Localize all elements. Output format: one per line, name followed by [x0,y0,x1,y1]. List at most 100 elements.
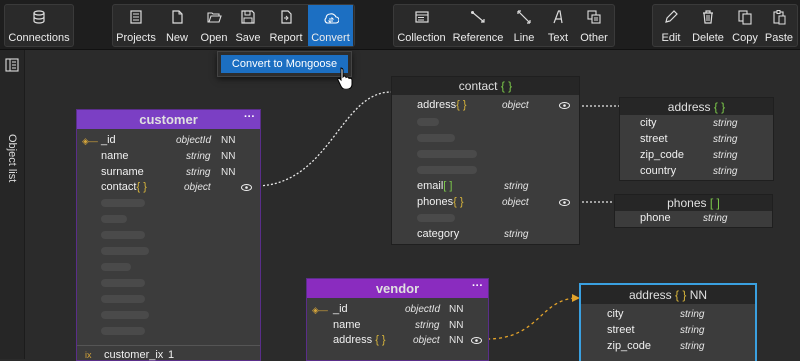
projects-label: Projects [116,32,156,44]
vendor-address-title: address [628,287,672,302]
field-name[interactable]: surname [101,166,144,178]
field-type: string [680,341,705,352]
field-nn: NN [449,304,464,315]
open-label: Open [200,32,228,44]
array-bracket: [ ] [709,196,720,210]
toolbar-group-edit: Edit Delete Copy Paste [652,4,798,47]
eye-icon[interactable] [241,184,252,191]
new-label: New [165,32,188,44]
new-button[interactable]: New [161,5,193,46]
field-name[interactable]: country [640,165,676,177]
other-button[interactable]: Other [575,5,613,46]
paste-label: Paste [764,32,794,44]
projects-button[interactable]: Projects [113,5,159,46]
convert-button[interactable]: Convert [308,5,353,46]
address-object[interactable]: address { } city string street string zi… [619,97,774,181]
index-count: 1 [168,349,175,361]
placeholder-row [417,150,477,158]
object-list-label: Object list [6,134,18,183]
customer-collection[interactable]: customer ··· ◈— _id objectId NN name str… [76,109,261,361]
vendor-header[interactable]: vendor ··· [307,279,488,298]
toolbar-group-insert: Collection Reference Line Text Other [393,4,615,47]
object-bracket: { } [136,181,147,193]
other-label: Other [580,32,608,44]
field-name[interactable]: phones{ } [417,196,464,208]
paste-button[interactable]: Paste [763,5,795,46]
line-label: Line [513,32,535,44]
field-name[interactable]: email[ ] [417,180,452,192]
placeholder-row [101,263,131,271]
eye-icon[interactable] [559,102,570,109]
object-list-icon[interactable] [5,58,19,72]
field-type: string [415,320,440,331]
vendor-address-object[interactable]: address { } NN city string street string… [579,283,757,361]
field-name[interactable]: contact{ } [101,181,147,193]
text-button[interactable]: Text [543,5,573,46]
reference-button[interactable]: Reference [452,5,504,46]
copy-button[interactable]: Copy [729,5,761,46]
vendor-address-header[interactable]: address { } NN [581,285,755,304]
phones-header[interactable]: phones [ ] [615,195,772,211]
line-icon [517,10,531,24]
contact-object[interactable]: contact { } address{ } object email[ ] s… [391,76,580,245]
field-name[interactable]: _id [101,134,116,146]
delete-button[interactable]: Delete [689,5,727,46]
address-title: address [667,99,711,114]
contact-header[interactable]: contact { } [392,77,579,95]
report-button[interactable]: Report [266,5,306,46]
field-type: string [504,181,529,192]
other-icon [587,10,601,24]
vendor-menu-icon[interactable]: ··· [472,279,483,293]
customer-header[interactable]: customer ··· [77,110,260,129]
index-name[interactable]: customer_ix [104,349,163,361]
field-name[interactable]: _id [333,303,348,315]
address-header[interactable]: address { } [620,98,773,115]
eye-icon[interactable] [471,337,482,344]
customer-menu-icon[interactable]: ··· [244,110,255,124]
save-button[interactable]: Save [233,5,263,46]
field-type: objectId [176,135,212,146]
field-name[interactable]: address{ } [417,99,467,111]
field-name[interactable]: zip_code [640,149,684,161]
delete-label: Delete [692,32,724,44]
placeholder-row [101,215,127,223]
field-name[interactable]: name [101,150,129,162]
convert-to-mongoose-item[interactable]: Convert to Mongoose [221,55,348,73]
open-button[interactable]: Open [196,5,232,46]
placeholder-row [101,199,145,207]
text-label: Text [547,32,569,44]
field-type: string [186,167,211,178]
object-bracket: { } [456,99,467,111]
field-name[interactable]: street [607,324,635,336]
field-name[interactable]: category [417,228,459,240]
collection-label: Collection [397,32,446,44]
phones-array[interactable]: phones [ ] phone string [614,194,773,228]
collection-icon [414,11,429,23]
field-type: string [680,309,705,320]
field-name[interactable]: zip_code [607,340,651,352]
customer-title: customer [139,112,198,127]
field-name[interactable]: phone [640,212,671,224]
eye-icon[interactable] [559,199,570,206]
field-nn: NN [221,151,236,162]
copy-label: Copy [732,32,758,44]
edit-button[interactable]: Edit [655,5,687,46]
vendor-collection[interactable]: vendor ··· ◈— _id objectId NN name strin… [306,278,489,361]
connections-label: Connections [8,32,70,44]
field-name[interactable]: city [607,308,624,320]
folder-open-icon [207,12,222,23]
field-type: string [713,134,738,145]
field-name[interactable]: name [333,319,361,331]
reference-icon [471,11,485,23]
convert-label: Convert [311,32,350,44]
collection-button[interactable]: Collection [394,5,449,46]
field-name[interactable]: street [640,133,668,145]
connections-button[interactable]: Connections [5,5,73,46]
field-name[interactable]: address { } [333,334,386,346]
field-type: string [504,229,529,240]
line-button[interactable]: Line [507,5,541,46]
field-name[interactable]: city [640,117,657,129]
vendor-address-nn: NN [689,287,708,302]
phones-title: phones [667,196,707,210]
object-list-panel[interactable]: Object list [0,50,25,359]
